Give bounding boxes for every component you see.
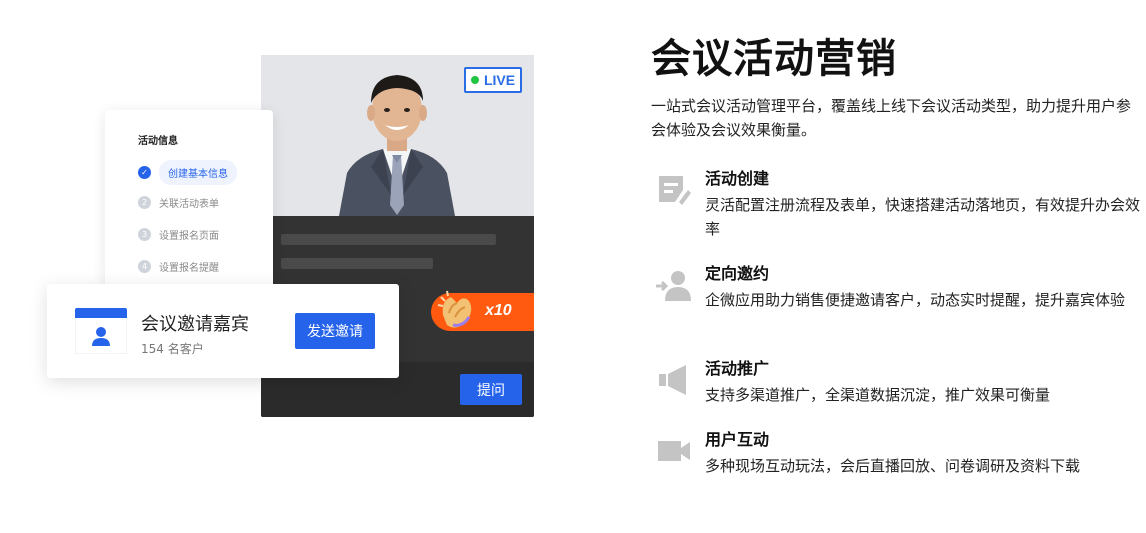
clap-count: x10 — [485, 302, 512, 319]
clap-reaction-pill: x10 — [431, 290, 534, 331]
step-item[interactable]: 4 设置报名提醒 — [138, 259, 219, 274]
feature-description: 灵活配置注册流程及表单，快速搭建活动落地页，有效提升办会效率 — [705, 196, 1141, 238]
steps-title: 活动信息 — [138, 136, 178, 147]
feature-description: 企微应用助力销售便捷邀请客户，动态实时提醒，提升嘉宾体验 — [705, 291, 1126, 309]
activity-steps-card: 活动信息 ✓ 创建基本信息 2 关联活动表单 3 设置报名页面 4 设置报名提醒 — [105, 110, 273, 290]
step-label: 关联活动表单 — [159, 199, 219, 210]
feature-title: 定向邀约 — [705, 264, 770, 283]
invite-guest-card: 会议邀请嘉宾 154 名客户 发送邀请 — [47, 284, 399, 378]
comment-placeholder-bar — [281, 234, 496, 245]
step-number: 2 — [138, 196, 151, 209]
feature-description: 支持多渠道推广，全渠道数据沉淀，推广效果可衡量 — [705, 386, 1051, 404]
step-label: 设置报名页面 — [159, 231, 219, 242]
step-item[interactable]: 2 关联活动表单 — [138, 195, 219, 210]
comment-placeholder-bar — [281, 258, 433, 269]
check-circle-icon: ✓ — [138, 166, 151, 179]
ask-question-button[interactable]: 提问 — [460, 374, 522, 405]
megaphone-icon — [659, 365, 686, 395]
feature-title: 活动创建 — [705, 169, 770, 188]
clapping-hands-icon — [437, 290, 472, 328]
feature-title: 用户互动 — [705, 430, 770, 449]
video-camera-icon — [658, 441, 690, 461]
page-title: 会议活动营销 — [651, 36, 897, 82]
step-item[interactable]: 3 设置报名页面 — [138, 227, 219, 242]
live-label: LIVE — [483, 72, 516, 88]
feature-description: 多种现场互动玩法，会后直播回放、问卷调研及资料下载 — [705, 457, 1081, 475]
step-label: 创建基本信息 — [159, 160, 237, 185]
contact-folder-icon — [75, 308, 127, 354]
invite-customer-count: 154 名客户 — [141, 342, 204, 356]
page-description: 一站式会议活动管理平台，覆盖线上线下会议活动类型，助力提升用户参会体验及会议效果… — [651, 97, 1132, 139]
step-item[interactable]: ✓ 创建基本信息 — [138, 160, 237, 185]
step-number: 3 — [138, 228, 151, 241]
feature-content: 会议活动营销 一站式会议活动管理平台，覆盖线上线下会议活动类型，助力提升用户参会… — [651, 30, 1146, 142]
product-illustration: LIVE x10 提问 活动信息 ✓ 创建基本信息 2 关联活动表单 3 设置报… — [0, 0, 620, 533]
presenter-photo: LIVE — [261, 55, 534, 216]
live-badge: LIVE — [464, 67, 522, 93]
feature-title: 活动推广 — [705, 359, 770, 378]
send-invite-button[interactable]: 发送邀请 — [295, 313, 375, 349]
add-user-icon — [656, 271, 691, 301]
edit-form-icon — [659, 176, 691, 205]
live-dot-icon — [470, 76, 479, 84]
step-number: 4 — [138, 260, 151, 273]
invite-title: 会议邀请嘉宾 — [141, 314, 249, 335]
step-label: 设置报名提醒 — [159, 263, 219, 274]
